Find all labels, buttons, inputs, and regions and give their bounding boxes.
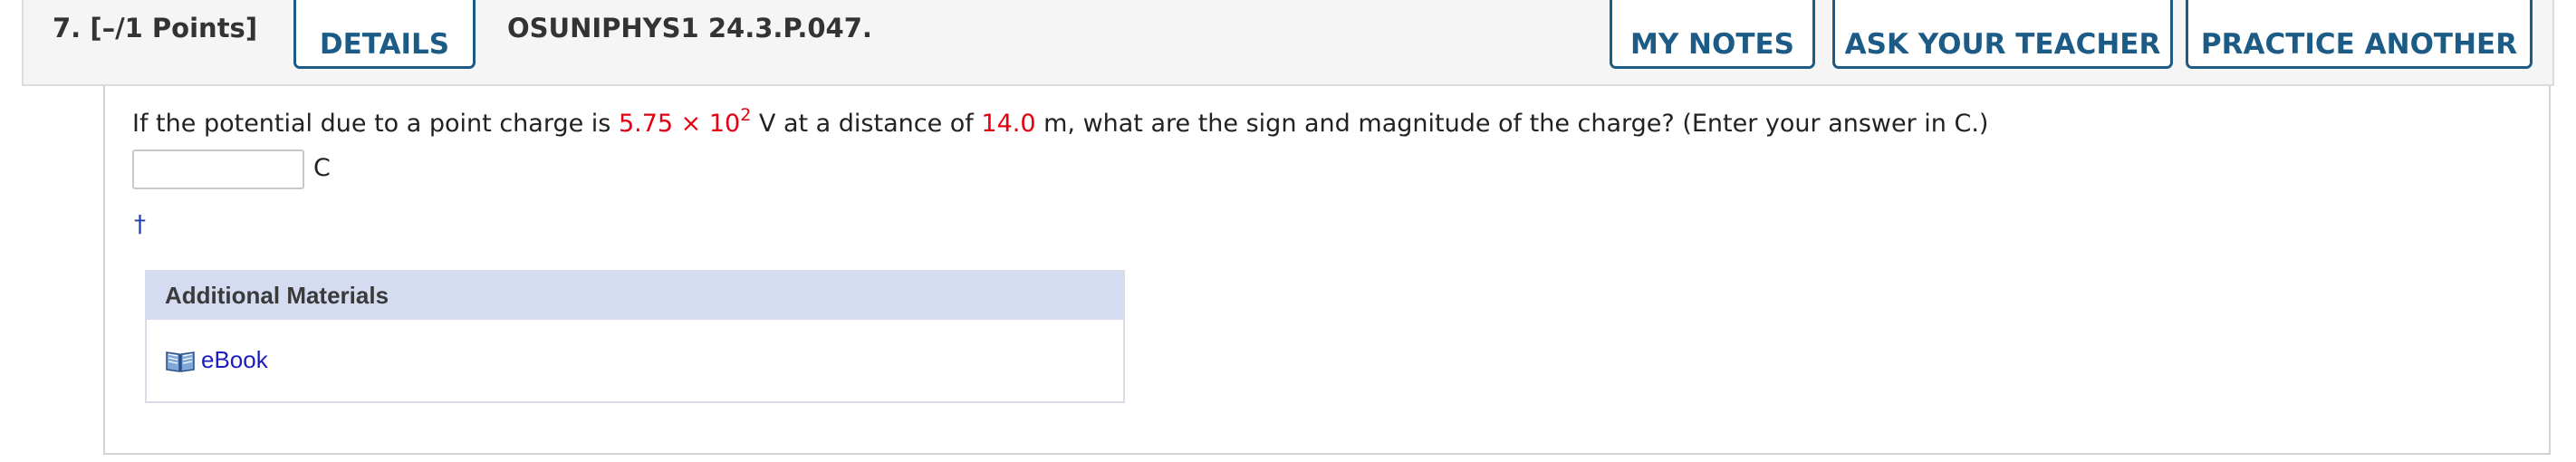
open-book-icon — [166, 351, 195, 372]
question-number: 7. — [53, 13, 82, 43]
my-notes-button[interactable]: MY NOTES — [1610, 0, 1815, 69]
ask-your-teacher-button[interactable]: ASK YOUR TEACHER — [1832, 0, 2173, 69]
potential-mantissa: 5.75 × 10 — [618, 110, 741, 138]
answer-input[interactable] — [132, 149, 304, 189]
problem-code: OSUNIPHYS1 24.3.P.047. — [507, 13, 872, 43]
question-body: If the potential due to a point charge i… — [103, 86, 2551, 455]
prompt-text-1: If the potential due to a point charge i… — [132, 110, 619, 138]
prompt-text-3: m, what are the sign and magnitude of th… — [1035, 110, 1989, 138]
details-button[interactable]: DETAILS — [293, 0, 476, 69]
potential-value: 5.75 × 102 — [618, 107, 751, 139]
answer-unit: C — [313, 154, 331, 182]
footnote-marker: † — [134, 211, 146, 238]
ebook-link[interactable]: eBook — [165, 346, 268, 374]
ebook-label: eBook — [201, 346, 268, 373]
additional-materials-heading: Additional Materials — [147, 272, 1123, 320]
practice-another-button[interactable]: PRACTICE ANOTHER — [2186, 0, 2533, 69]
question-number-points: 7. [–/1 Points] — [53, 13, 257, 43]
prompt-text-2: V at a distance of — [751, 110, 982, 138]
distance-value: 14.0 — [981, 110, 1036, 138]
question-points: [–/1 Points] — [90, 13, 258, 43]
potential-exponent: 2 — [740, 105, 752, 125]
additional-materials-panel: Additional Materials eBook — [145, 270, 1125, 403]
question-prompt: If the potential due to a point charge i… — [132, 106, 1988, 142]
question-header: 7. [–/1 Points] DETAILS OSUNIPHYS1 24.3.… — [22, 0, 2554, 86]
